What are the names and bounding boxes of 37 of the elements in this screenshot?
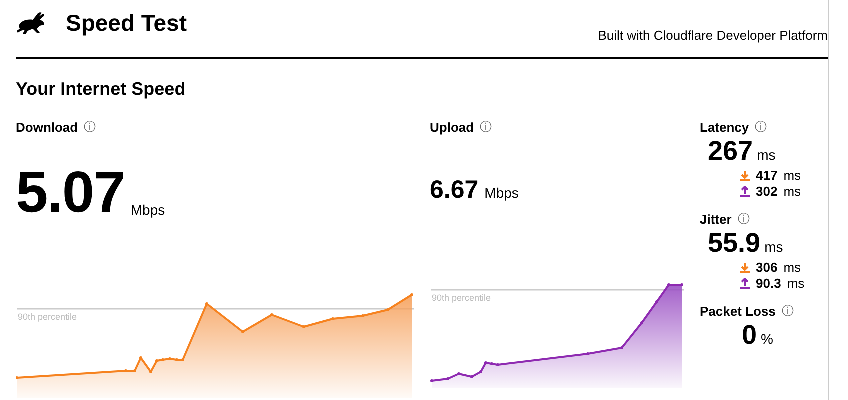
upload-label: Upload: [430, 120, 474, 135]
download-icon: [740, 262, 750, 272]
section-title: Your Internet Speed: [16, 79, 187, 100]
metric-value: 0: [742, 320, 758, 351]
detail-value: 302: [756, 184, 778, 198]
detail-value: 417: [756, 168, 778, 182]
speed-unit: Mbps: [130, 202, 166, 218]
upload-icon: [740, 186, 750, 196]
metric-label: Jitter: [700, 212, 732, 227]
upload-icon: [740, 278, 750, 288]
download-icon: [740, 170, 750, 180]
detail-value: 90.3: [756, 276, 782, 290]
download-label: Download: [16, 120, 78, 135]
metric-unit: ms: [764, 239, 784, 255]
percentile-label: 90th percentile: [18, 312, 78, 322]
info-icon[interactable]: ⓘ: [782, 303, 794, 320]
metric-label: Latency: [700, 120, 750, 135]
detail-unit: ms: [784, 168, 802, 182]
info-icon[interactable]: ⓘ: [84, 119, 96, 136]
metric-value: 55.9: [708, 228, 761, 259]
info-icon[interactable]: ⓘ: [755, 119, 768, 136]
app-title: Speed Test: [66, 10, 187, 37]
detail-unit: ms: [784, 260, 802, 274]
credit-text: Built with Cloudflare Developer Platform: [598, 28, 828, 43]
detail-unit: ms: [787, 276, 805, 290]
speed-unit: Mbps: [484, 185, 519, 201]
metric-label: Packet Loss: [700, 304, 776, 319]
metric-value: 267: [708, 136, 754, 167]
info-icon[interactable]: ⓘ: [738, 211, 750, 228]
upload-speed: 6.67: [430, 176, 479, 205]
download-speed: 5.07: [16, 159, 125, 226]
metric-unit: %: [761, 331, 774, 347]
percentile-label: 90th percentile: [432, 293, 492, 303]
metric-unit: ms: [757, 147, 776, 163]
detail-unit: ms: [784, 184, 802, 198]
info-icon[interactable]: ⓘ: [480, 119, 492, 136]
detail-value: 306: [756, 260, 778, 274]
